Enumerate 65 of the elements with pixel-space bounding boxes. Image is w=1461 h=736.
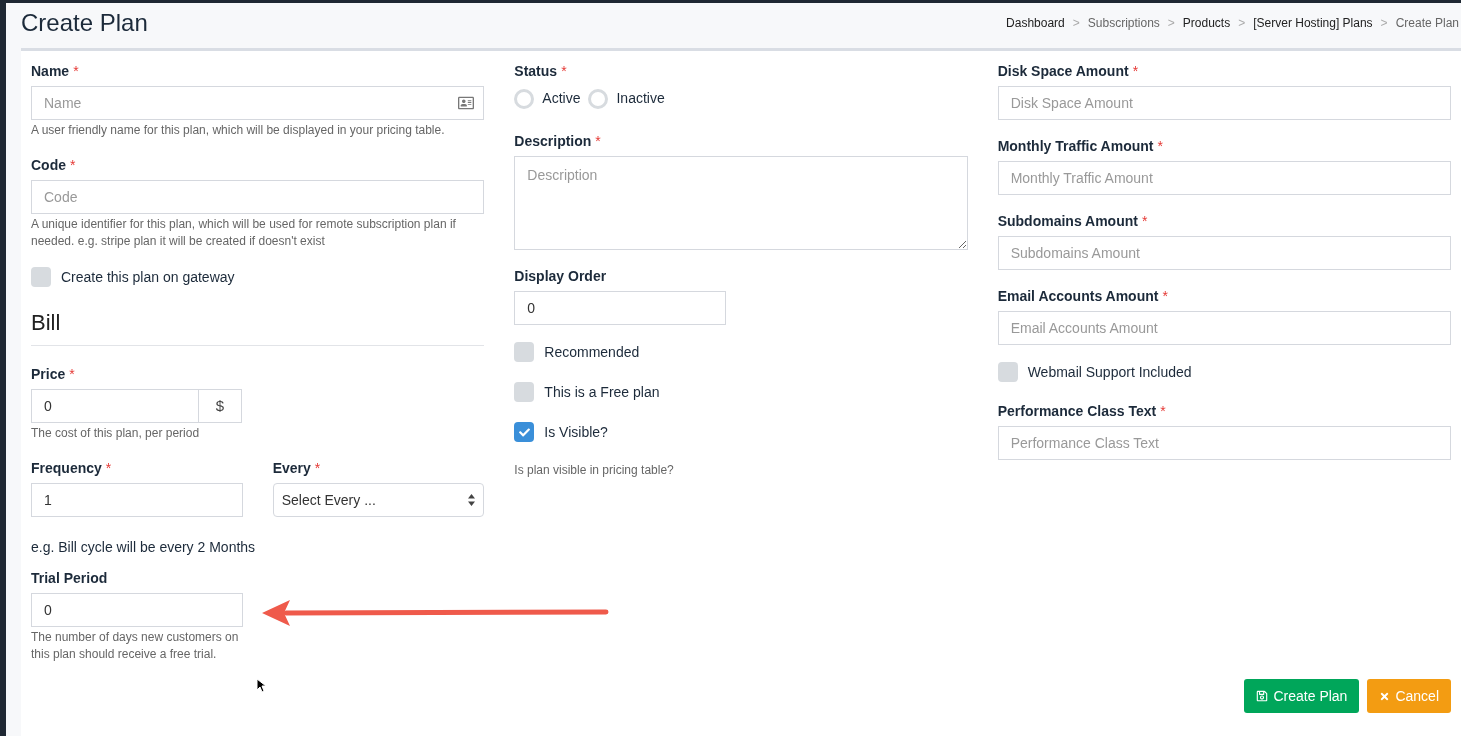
- page-title: Create Plan: [21, 8, 148, 38]
- field-label: Code *: [31, 156, 76, 175]
- checkbox[interactable]: [997, 362, 1018, 382]
- hint-text: Is plan visible in pricing table?: [514, 462, 675, 479]
- checkbox-label: This is a Free plan: [544, 382, 660, 402]
- field-label: Description *: [514, 132, 601, 151]
- breadcrumb-separator: >: [1238, 15, 1246, 32]
- field-label: Display Order: [514, 267, 607, 286]
- checkbox-label: Recommended: [544, 342, 640, 362]
- checkbox-label: Is Visible?: [544, 422, 608, 442]
- help-text: The number of days new customers on this plan should receive a free trial.: [31, 629, 240, 663]
- breadcrumb-separator: >: [1380, 15, 1388, 32]
- text-input[interactable]: Name: [31, 86, 485, 120]
- text-input[interactable]: Monthly Traffic Amount: [997, 161, 1451, 195]
- text-input[interactable]: Email Accounts Amount: [997, 311, 1451, 345]
- breadcrumb-link[interactable]: Products: [1182, 14, 1231, 32]
- breadcrumb-separator: >: [1072, 15, 1080, 32]
- hint-text: e.g. Bill cycle will be every 2 Months: [31, 538, 257, 557]
- field-label: Performance Class Text *: [997, 402, 1166, 421]
- price-input[interactable]: 0: [31, 389, 199, 423]
- checkbox-label: Create this plan on gateway: [61, 267, 235, 287]
- checkbox[interactable]: [514, 342, 535, 362]
- currency-addon: $: [199, 389, 242, 423]
- field-label: Name *: [31, 62, 79, 81]
- text-input[interactable]: Subdomains Amount: [997, 236, 1451, 270]
- id-card-icon: [458, 95, 475, 111]
- field-label: Status *: [514, 62, 567, 81]
- mouse-cursor-icon: [256, 678, 266, 693]
- field-label: Trial Period: [31, 569, 108, 588]
- breadcrumb-link[interactable]: Subscriptions: [1087, 14, 1160, 32]
- radio-label: Active: [542, 89, 581, 108]
- checkbox-label: Webmail Support Included: [1027, 362, 1192, 382]
- breadcrumb-link[interactable]: Dashboard: [1006, 14, 1065, 32]
- text-input[interactable]: 0: [514, 291, 727, 325]
- text-input[interactable]: Performance Class Text: [997, 426, 1451, 460]
- help-text: A user friendly name for this plan, which will be displayed in your pricing table.: [31, 122, 446, 139]
- select-dropdown[interactable]: Select Every ...: [272, 483, 485, 517]
- breadcrumb-separator: >: [1167, 15, 1175, 32]
- help-text: The cost of this plan, per period: [31, 425, 201, 442]
- radio-label: Inactive: [616, 89, 665, 108]
- field-label: Email Accounts Amount *: [997, 287, 1168, 306]
- save-icon: [1256, 690, 1269, 702]
- text-input[interactable]: 0: [31, 593, 243, 627]
- updown-caret-icon: [468, 494, 476, 506]
- breadcrumb-link[interactable]: Create Plan: [1395, 14, 1459, 32]
- field-label: Disk Space Amount *: [997, 62, 1139, 81]
- checkbox[interactable]: [514, 422, 535, 442]
- field-label: Monthly Traffic Amount *: [997, 137, 1163, 156]
- radio-button[interactable]: [514, 88, 535, 109]
- checkbox[interactable]: [31, 267, 51, 287]
- text-input[interactable]: 1: [31, 483, 243, 517]
- checkbox[interactable]: [514, 382, 535, 402]
- text-input[interactable]: Code: [31, 180, 485, 214]
- radio-button[interactable]: [588, 88, 609, 109]
- field-label: Frequency *: [31, 459, 112, 478]
- field-label: Subdomains Amount *: [997, 212, 1148, 231]
- section-heading: Bill: [31, 309, 62, 337]
- field-label: Price *: [31, 365, 75, 384]
- breadcrumb-link[interactable]: [Server Hosting] Plans: [1253, 14, 1373, 32]
- check-icon: [518, 426, 530, 438]
- text-input[interactable]: Disk Space Amount: [997, 86, 1451, 120]
- description-textarea[interactable]: Description: [514, 156, 968, 250]
- field-label: Every *: [272, 459, 321, 478]
- help-text: A unique identifier for this plan, which will be used for remote subscription plan if needed. e.g. stripe plan it will be created if doesn't exist: [31, 216, 457, 250]
- close-icon: [1379, 690, 1391, 702]
